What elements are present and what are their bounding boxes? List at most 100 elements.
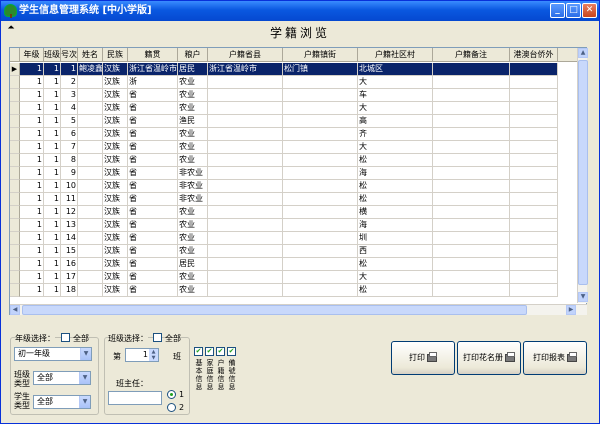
- table-cell[interactable]: [208, 180, 283, 193]
- table-cell[interactable]: 省: [128, 89, 178, 102]
- table-cell[interactable]: [510, 167, 558, 180]
- table-cell[interactable]: [283, 180, 358, 193]
- table-cell[interactable]: [208, 232, 283, 245]
- table-cell[interactable]: 省: [128, 102, 178, 115]
- student-type-select[interactable]: 全部 ▼: [33, 395, 91, 409]
- column-header[interactable]: 姓名: [78, 48, 103, 62]
- row-selector[interactable]: [10, 284, 20, 297]
- table-cell[interactable]: [78, 154, 103, 167]
- table-cell[interactable]: 1: [20, 180, 44, 193]
- table-cell[interactable]: 1: [44, 115, 61, 128]
- table-cell[interactable]: 松: [358, 193, 433, 206]
- row-selector[interactable]: [10, 89, 20, 102]
- column-header[interactable]: 籍贯: [128, 48, 178, 62]
- row-selector[interactable]: [10, 154, 20, 167]
- table-cell[interactable]: 1: [20, 167, 44, 180]
- row-selector[interactable]: [10, 245, 20, 258]
- table-cell[interactable]: [433, 271, 510, 284]
- print-report-button[interactable]: 打印报表: [523, 341, 587, 375]
- table-cell[interactable]: 汉族: [103, 180, 128, 193]
- table-cell[interactable]: [78, 232, 103, 245]
- table-cell[interactable]: [208, 89, 283, 102]
- table-cell[interactable]: [433, 245, 510, 258]
- table-cell[interactable]: 1: [20, 206, 44, 219]
- table-cell[interactable]: [283, 128, 358, 141]
- table-cell[interactable]: [283, 258, 358, 271]
- household-info-checkbox[interactable]: ✔: [216, 347, 225, 356]
- table-cell[interactable]: [510, 271, 558, 284]
- horizontal-scroll-thumb[interactable]: [22, 305, 527, 315]
- table-cell[interactable]: 农业: [178, 232, 208, 245]
- table-cell[interactable]: 汉族: [103, 89, 128, 102]
- table-cell[interactable]: 汉族: [103, 141, 128, 154]
- table-cell[interactable]: [510, 245, 558, 258]
- table-cell[interactable]: [78, 167, 103, 180]
- table-cell[interactable]: 省: [128, 193, 178, 206]
- table-cell[interactable]: 汉族: [103, 63, 128, 76]
- row-selector[interactable]: [10, 193, 20, 206]
- row-selector[interactable]: [10, 115, 20, 128]
- teacher-input[interactable]: [108, 391, 162, 405]
- table-cell[interactable]: [283, 206, 358, 219]
- table-cell[interactable]: [433, 232, 510, 245]
- table-cell[interactable]: [283, 284, 358, 297]
- table-cell[interactable]: 居民: [178, 63, 208, 76]
- table-cell[interactable]: 省: [128, 219, 178, 232]
- table-cell[interactable]: 1: [20, 219, 44, 232]
- table-cell[interactable]: 汉族: [103, 154, 128, 167]
- table-cell[interactable]: [78, 271, 103, 284]
- table-cell[interactable]: [78, 128, 103, 141]
- table-cell[interactable]: 汉族: [103, 258, 128, 271]
- column-header[interactable]: 班级: [44, 48, 61, 62]
- table-cell[interactable]: [208, 219, 283, 232]
- table-cell[interactable]: [433, 128, 510, 141]
- table-cell[interactable]: 省: [128, 245, 178, 258]
- table-cell[interactable]: 农业: [178, 219, 208, 232]
- table-cell[interactable]: [78, 245, 103, 258]
- table-cell[interactable]: 松: [358, 180, 433, 193]
- table-cell[interactable]: [433, 193, 510, 206]
- table-cell[interactable]: 1: [44, 206, 61, 219]
- table-cell[interactable]: 2: [61, 76, 78, 89]
- remark-info-checkbox[interactable]: ✔: [227, 347, 236, 356]
- table-cell[interactable]: 1: [20, 141, 44, 154]
- table-cell[interactable]: 大: [358, 102, 433, 115]
- table-cell[interactable]: 汉族: [103, 232, 128, 245]
- table-cell[interactable]: [208, 258, 283, 271]
- student-grid[interactable]: 年级 班级 号次 姓名 民族 籍贯 粮户 户籍省县 户籍镇街 户籍社区村 户籍备注 港澳台侨外 ▶ 1 1…: [9, 47, 587, 315]
- table-cell[interactable]: [78, 258, 103, 271]
- class-all-checkbox[interactable]: [153, 333, 162, 342]
- table-cell[interactable]: [510, 258, 558, 271]
- grade-all-checkbox[interactable]: [61, 333, 70, 342]
- scroll-down-icon[interactable]: ▼: [578, 292, 588, 302]
- table-cell[interactable]: 松: [358, 154, 433, 167]
- column-header[interactable]: 民族: [103, 48, 128, 62]
- table-cell[interactable]: 12: [61, 206, 78, 219]
- table-cell[interactable]: [283, 102, 358, 115]
- column-header[interactable]: 年级: [20, 48, 44, 62]
- table-cell[interactable]: 1: [44, 180, 61, 193]
- table-cell[interactable]: 农业: [178, 141, 208, 154]
- table-cell[interactable]: 大: [358, 76, 433, 89]
- column-header[interactable]: 户籍社区村: [358, 48, 433, 62]
- up-triangle-icon[interactable]: ⏶: [5, 22, 17, 34]
- table-cell[interactable]: [283, 271, 358, 284]
- table-cell[interactable]: 省: [128, 232, 178, 245]
- table-cell[interactable]: 渔民: [178, 115, 208, 128]
- row-selector[interactable]: [10, 128, 20, 141]
- table-cell[interactable]: 北城区: [358, 63, 433, 76]
- table-cell[interactable]: 汉族: [103, 219, 128, 232]
- table-cell[interactable]: 1: [44, 245, 61, 258]
- table-cell[interactable]: [510, 232, 558, 245]
- table-cell[interactable]: [510, 63, 558, 76]
- column-header[interactable]: 户籍备注: [433, 48, 510, 62]
- table-cell[interactable]: 汉族: [103, 76, 128, 89]
- table-cell[interactable]: 1: [44, 102, 61, 115]
- scroll-left-icon[interactable]: ◀: [10, 305, 20, 315]
- radio-1[interactable]: [167, 390, 176, 399]
- table-cell[interactable]: [283, 245, 358, 258]
- table-cell[interactable]: 3: [61, 89, 78, 102]
- table-cell[interactable]: [208, 128, 283, 141]
- table-cell[interactable]: [283, 76, 358, 89]
- table-cell[interactable]: 农业: [178, 284, 208, 297]
